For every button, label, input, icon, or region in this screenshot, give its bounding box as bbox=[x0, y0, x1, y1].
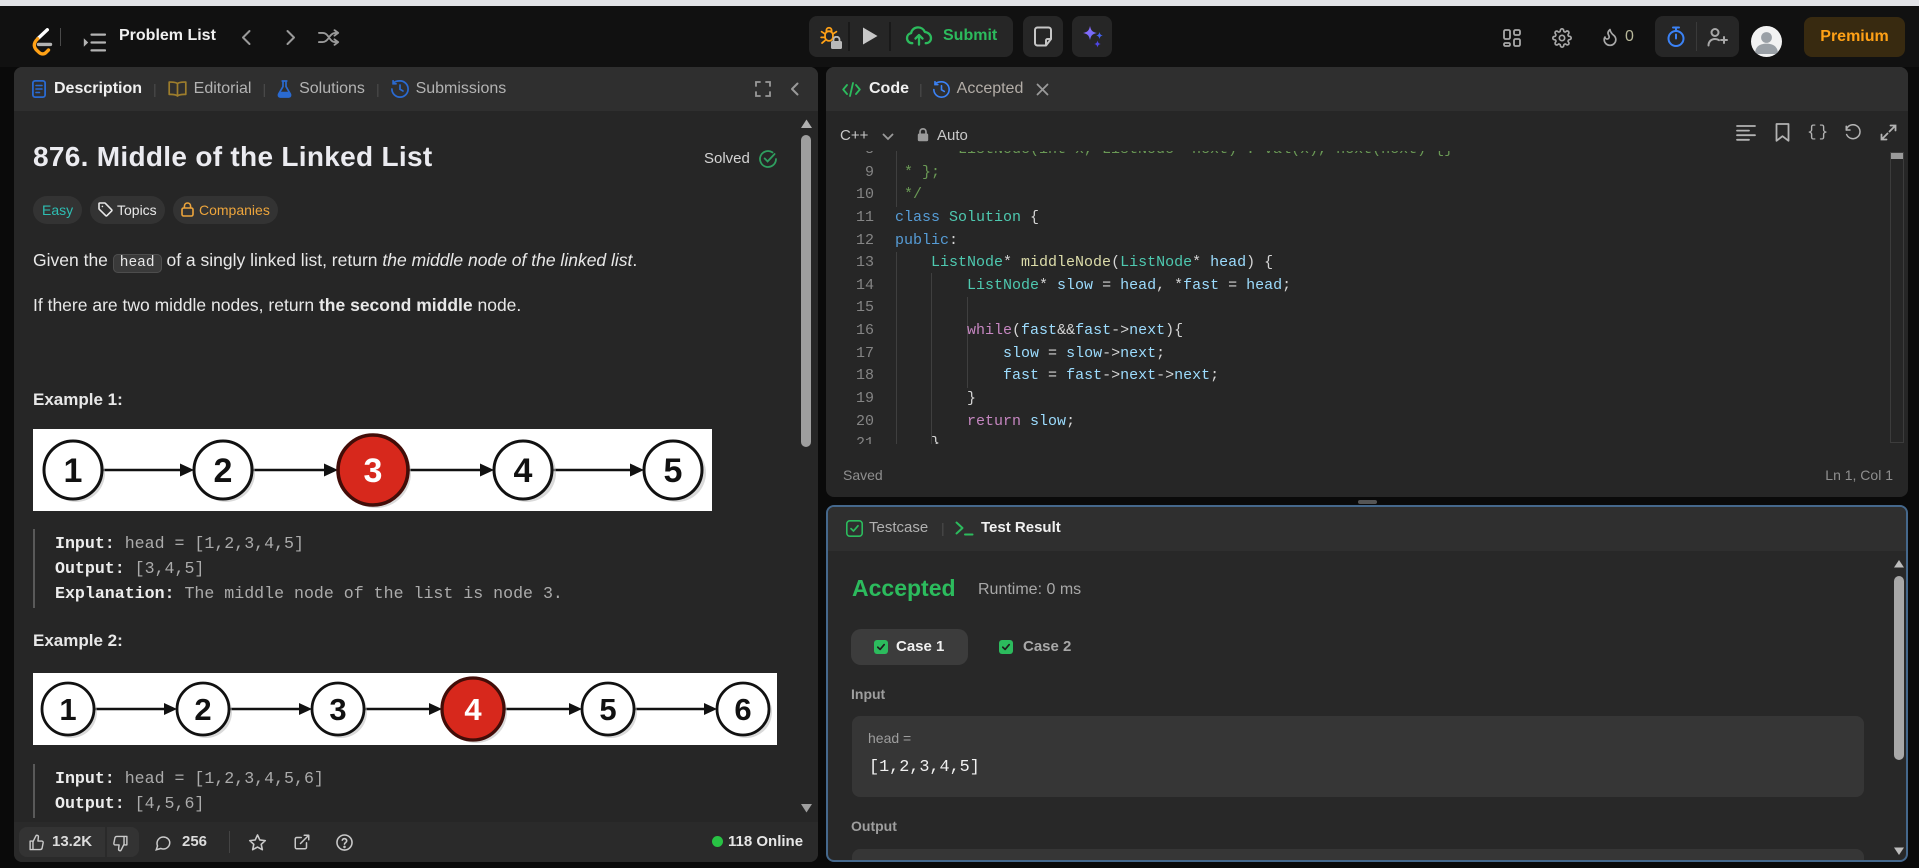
svg-text:5: 5 bbox=[664, 452, 683, 490]
svg-text:6: 6 bbox=[734, 692, 751, 727]
svg-text:1: 1 bbox=[59, 692, 76, 727]
svg-text:2: 2 bbox=[214, 452, 233, 490]
svg-text:4: 4 bbox=[464, 692, 482, 727]
svg-text:1: 1 bbox=[64, 452, 83, 490]
svg-text:5: 5 bbox=[599, 692, 616, 727]
svg-text:2: 2 bbox=[194, 692, 211, 727]
svg-text:4: 4 bbox=[514, 452, 533, 490]
svg-text:3: 3 bbox=[364, 452, 383, 490]
svg-text:3: 3 bbox=[329, 692, 346, 727]
